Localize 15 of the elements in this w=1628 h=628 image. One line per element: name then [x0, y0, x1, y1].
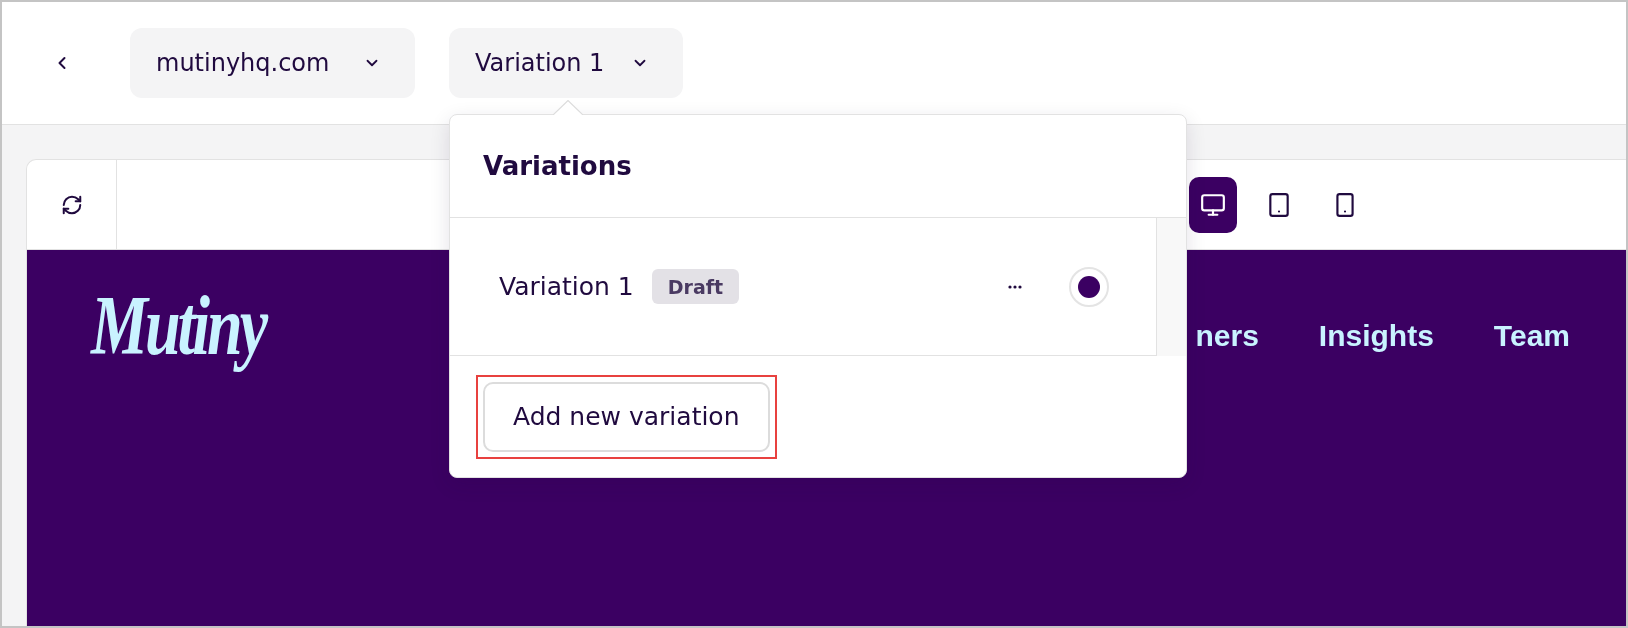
- more-icon: [1008, 284, 1022, 289]
- variation-name[interactable]: Variation 1: [499, 272, 634, 301]
- popover-title: Variations: [483, 151, 632, 181]
- device-button[interactable]: [1189, 176, 1237, 233]
- variation-dropdown[interactable]: Variation 1: [449, 28, 683, 98]
- status-badge: Draft: [651, 269, 740, 304]
- refresh-icon: [60, 193, 83, 216]
- add-variation-button[interactable]: Add new variation: [483, 381, 770, 452]
- nav-link[interactable]: Team: [1493, 318, 1570, 354]
- nav-link[interactable]: ners: [1195, 318, 1259, 354]
- nav-link[interactable]: Insights: [1318, 318, 1434, 354]
- site-dropdown[interactable]: mutinyhq.com: [130, 28, 415, 98]
- radio-button[interactable]: [1069, 266, 1109, 307]
- tablet-icon: [1266, 191, 1292, 218]
- monitor-icon: [1200, 191, 1226, 218]
